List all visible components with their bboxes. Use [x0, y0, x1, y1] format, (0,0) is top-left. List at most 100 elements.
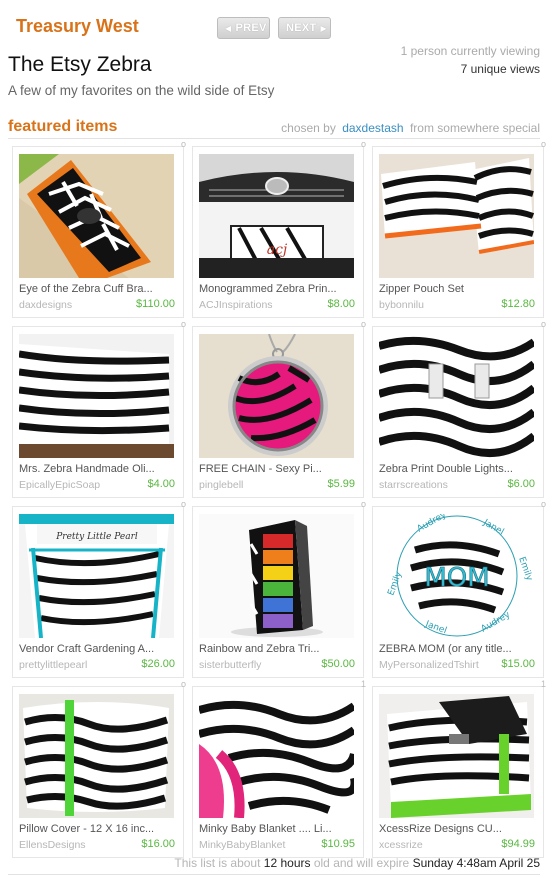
list-age: 12 hours [263, 856, 311, 870]
item-price: $5.99 [327, 478, 355, 490]
item-photo-messenger-bag[interactable] [379, 694, 534, 818]
list-title: The Etsy Zebra [8, 53, 152, 76]
divider [8, 138, 540, 139]
item-title[interactable]: ZEBRA MOM (or any title... [379, 643, 539, 655]
item-card[interactable]: o Rainbow and Zebra Tri... sisterbutterf… [192, 500, 366, 678]
item-photo-soap[interactable] [19, 334, 174, 458]
arrow-right-icon: ▶ [320, 23, 327, 33]
item-shop[interactable]: pinglebell [199, 479, 243, 491]
curator-link[interactable]: daxdestash [342, 121, 403, 135]
pager: ◀ PREV NEXT ▶ [217, 17, 331, 39]
item-title[interactable]: Zipper Pouch Set [379, 283, 539, 295]
item-price: $4.00 [147, 478, 175, 490]
item-card[interactable]: 1 Minky Baby Blanket .... Li... MinkyBab… [192, 680, 366, 858]
list-description: A few of my favorites on the wild side o… [8, 83, 275, 98]
item-title[interactable]: FREE CHAIN - Sexy Pi... [199, 463, 359, 475]
item-photo-pink-pendant[interactable] [199, 334, 354, 458]
item-title[interactable]: Rainbow and Zebra Tri... [199, 643, 359, 655]
item-price: $8.00 [327, 298, 355, 310]
item-card[interactable]: o Zipper Pouch Set bybonnilu $12.80 [372, 140, 546, 318]
prev-label: PREV [235, 22, 267, 34]
item-card[interactable]: o Zebra Print Double Lights... starrscre… [372, 320, 546, 498]
site-title[interactable]: Treasury West [16, 16, 139, 37]
chosen-by-label: chosen by [281, 121, 336, 135]
item-marker: o [180, 499, 186, 509]
item-title[interactable]: Eye of the Zebra Cuff Bra... [19, 283, 179, 295]
item-marker: o [540, 499, 546, 509]
item-shop[interactable]: MyPersonalizedTshirt [379, 659, 479, 671]
item-title[interactable]: Mrs. Zebra Handmade Oli... [19, 463, 179, 475]
item-card[interactable]: 1 XcessRize Designs CU... xcessrize $94.… [372, 680, 546, 858]
item-marker: o [360, 499, 366, 509]
item-price: $26.00 [141, 658, 175, 670]
item-title[interactable]: Monogrammed Zebra Prin... [199, 283, 359, 295]
item-shop[interactable]: starrscreations [379, 479, 448, 491]
item-photo-switch-plate[interactable] [379, 334, 534, 458]
arrow-left-icon: ◀ [225, 23, 232, 33]
bottom-divider [8, 874, 540, 875]
svg-text:MOM: MOM [424, 563, 489, 593]
item-marker: o [180, 139, 186, 149]
item-photo-minky-blanket[interactable] [199, 694, 354, 818]
item-shop[interactable]: sisterbutterfly [199, 659, 261, 671]
item-price: $12.80 [501, 298, 535, 310]
next-button[interactable]: NEXT ▶ [278, 17, 331, 39]
item-shop[interactable]: EllensDesigns [19, 839, 86, 851]
from-label: from [409, 121, 434, 135]
expiry-middle: old and will expire [313, 856, 410, 870]
svg-text:acj: acj [267, 242, 288, 258]
item-marker: o [360, 139, 366, 149]
expiry-notice: This list is about 12 hours old and will… [174, 856, 540, 870]
item-photo-license-frame[interactable]: acj [199, 154, 354, 278]
viewing-count: 1 person currently viewing [400, 44, 540, 58]
item-card[interactable]: o acj Monogrammed Zebra Prin... ACJInspi… [192, 140, 366, 318]
item-shop[interactable]: daxdesigns [19, 299, 72, 311]
item-shop[interactable]: ACJInspirations [199, 299, 273, 311]
item-shop[interactable]: xcessrize [379, 839, 423, 851]
item-title[interactable]: XcessRize Designs CU... [379, 823, 539, 835]
prev-button[interactable]: ◀ PREV [217, 17, 270, 39]
item-title[interactable]: Zebra Print Double Lights... [379, 463, 539, 475]
item-price: $50.00 [321, 658, 355, 670]
item-photo-zipper-pouch[interactable] [379, 154, 534, 278]
svg-text:Pretty Little Pearl: Pretty Little Pearl [55, 532, 138, 542]
item-card[interactable]: o MOM Emily Audrey Janel Emily Janel Aud… [372, 500, 546, 678]
item-price: $16.00 [141, 838, 175, 850]
item-marker: 1 [540, 679, 546, 689]
item-shop[interactable]: MinkyBabyBlanket [199, 839, 285, 851]
item-photo-pillow-cover[interactable] [19, 694, 174, 818]
item-photo-rainbow-drawers[interactable] [199, 514, 354, 638]
item-price: $94.99 [501, 838, 535, 850]
item-title[interactable]: Vendor Craft Gardening A... [19, 643, 179, 655]
item-photo-cuff-bracelet[interactable] [19, 154, 174, 278]
item-photo-garden-apron[interactable]: Pretty Little Pearl [19, 514, 174, 638]
item-title[interactable]: Pillow Cover - 12 X 16 inc... [19, 823, 179, 835]
item-title[interactable]: Minky Baby Blanket .... Li... [199, 823, 359, 835]
item-shop[interactable]: bybonnilu [379, 299, 424, 311]
curator-location: somewhere special [437, 121, 540, 135]
item-price: $6.00 [507, 478, 535, 490]
chosen-by: chosen by daxdestash from somewhere spec… [281, 121, 540, 135]
item-card[interactable]: o Pillow Cover - 12 X 16 inc... EllensDe… [12, 680, 186, 858]
item-marker: o [180, 679, 186, 689]
item-card[interactable]: o Pretty Little Pearl Vendor Craft Garde… [12, 500, 186, 678]
item-card[interactable]: o FREE CHAIN - Sexy Pi... pinglebell $5.… [192, 320, 366, 498]
item-price: $110.00 [136, 298, 175, 310]
item-photo-zebra-mom[interactable]: MOM Emily Audrey Janel Emily Janel Audre… [379, 514, 534, 638]
featured-heading: featured items [8, 118, 118, 135]
item-marker: o [180, 319, 186, 329]
item-price: $15.00 [501, 658, 535, 670]
item-shop[interactable]: prettylittlepearl [19, 659, 87, 671]
unique-views: 7 unique views [460, 62, 540, 76]
item-marker: o [540, 139, 546, 149]
item-shop[interactable]: EpicallyEpicSoap [19, 479, 100, 491]
expiry-time: Sunday 4:48am April 25 [412, 856, 540, 870]
expiry-prefix: This list is about [174, 856, 261, 870]
item-card[interactable]: o Eye of the Zebra Cuff Bra... daxdesign… [12, 140, 186, 318]
next-label: NEXT [286, 22, 317, 34]
item-marker: 1 [360, 679, 366, 689]
item-marker: o [360, 319, 366, 329]
item-marker: o [540, 319, 546, 329]
item-price: $10.95 [321, 838, 355, 850]
item-card[interactable]: o Mrs. Zebra Handmade Oli... EpicallyEpi… [12, 320, 186, 498]
